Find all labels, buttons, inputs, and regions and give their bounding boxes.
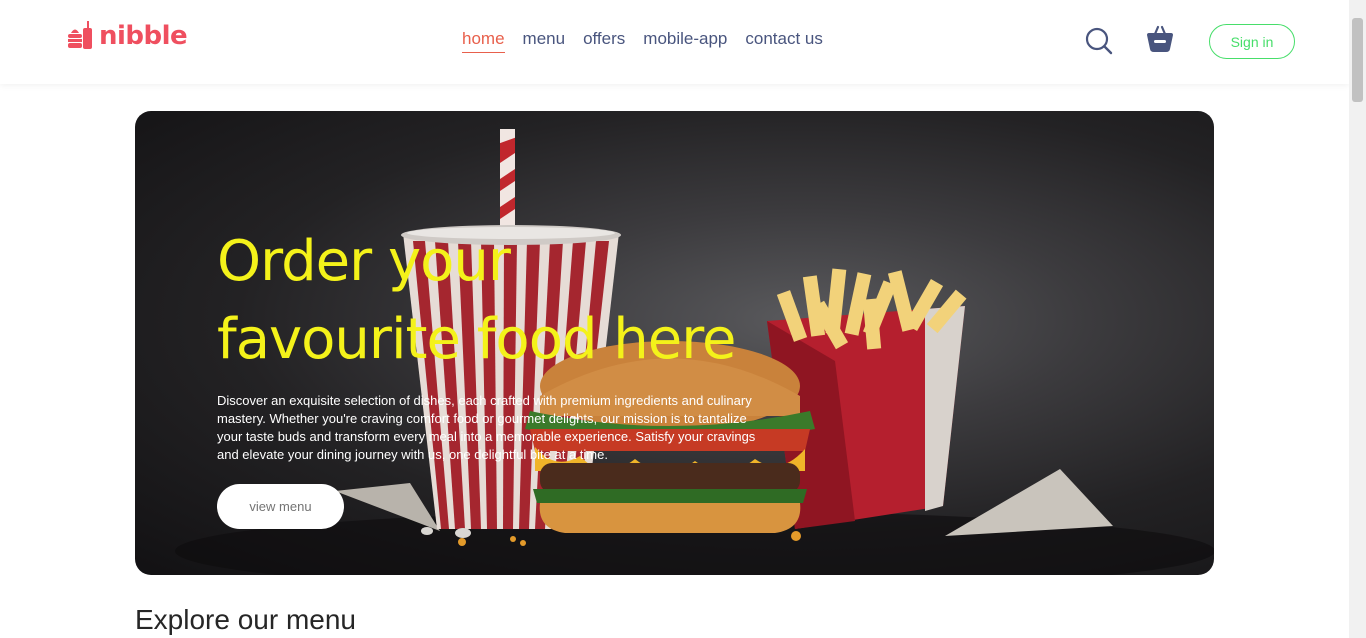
sign-in-button[interactable]: Sign in — [1209, 24, 1295, 59]
logo-text: nibble — [99, 21, 188, 51]
nav-item-home[interactable]: home — [462, 29, 505, 53]
logo-icon — [68, 21, 92, 49]
scrollbar-thumb[interactable] — [1352, 18, 1363, 102]
hero-banner: Order your favourite food here Discover … — [135, 111, 1214, 575]
hero-title: Order your favourite food here — [217, 223, 857, 379]
hero-title-line-1: Order your — [217, 229, 511, 294]
hero-description: Discover an exquisite selection of dishe… — [217, 393, 756, 462]
nav-menu: home menu offers mobile-app contact us — [462, 29, 823, 53]
nav-item-contact-us[interactable]: contact us — [745, 29, 823, 53]
nav-item-menu[interactable]: menu — [523, 29, 566, 53]
basket-icon[interactable] — [1146, 25, 1174, 53]
search-icon[interactable] — [1085, 27, 1113, 55]
scrollbar[interactable] — [1349, 0, 1366, 638]
navbar: nibble home menu offers mobile-app conta… — [0, 0, 1349, 84]
view-menu-button[interactable]: view menu — [217, 484, 344, 529]
hero-title-line-2: favourite food here — [217, 307, 736, 372]
explore-menu-heading: Explore our menu — [135, 604, 357, 635]
logo[interactable]: nibble — [67, 20, 188, 52]
nav-item-offers[interactable]: offers — [583, 29, 625, 53]
nav-item-mobile-app[interactable]: mobile-app — [643, 29, 727, 53]
